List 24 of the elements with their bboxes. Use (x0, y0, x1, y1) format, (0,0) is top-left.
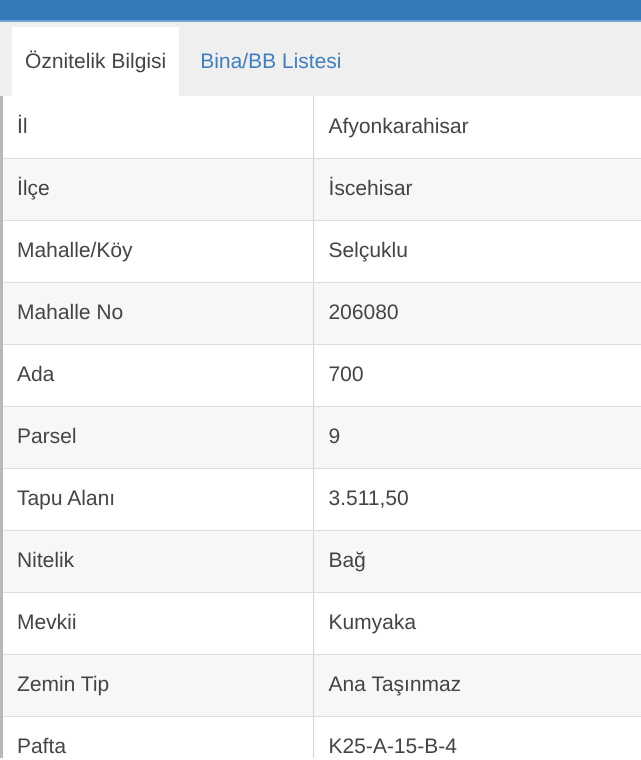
attribute-name: Pafta (3, 716, 313, 758)
attribute-name: İlçe (3, 158, 313, 220)
attribute-value: İscehisar (313, 158, 641, 220)
attribute-name: Mevkii (3, 592, 313, 654)
attribute-name: Parsel (3, 406, 313, 468)
attribute-name: Mahalle/Köy (3, 220, 313, 282)
attribute-name: Ada (3, 344, 313, 406)
attribute-name: Tapu Alanı (3, 468, 313, 530)
attribute-name: İl (3, 96, 313, 158)
attribute-value: Kumyaka (313, 592, 641, 654)
tab[interactable]: Bina/BB Listesi (187, 27, 354, 96)
attribute-value: Selçuklu (313, 220, 641, 282)
attribute-value: 700 (313, 344, 641, 406)
attribute-value: Bağ (313, 530, 641, 592)
attribute-value: 3.511,50 (313, 468, 641, 530)
attribute-name: Nitelik (3, 530, 313, 592)
tab[interactable]: Öznitelik Bilgisi (12, 27, 180, 96)
attribute-value: 9 (313, 406, 641, 468)
attribute-name: Zemin Tip (3, 654, 313, 716)
attribute-value: Ana Taşınmaz (313, 654, 641, 716)
attribute-name: Mahalle No (3, 282, 313, 344)
attribute-value: Afyonkarahisar (313, 96, 641, 158)
attribute-value: K25-A-15-B-4 (313, 716, 641, 758)
attribute-value: 206080 (313, 282, 641, 344)
